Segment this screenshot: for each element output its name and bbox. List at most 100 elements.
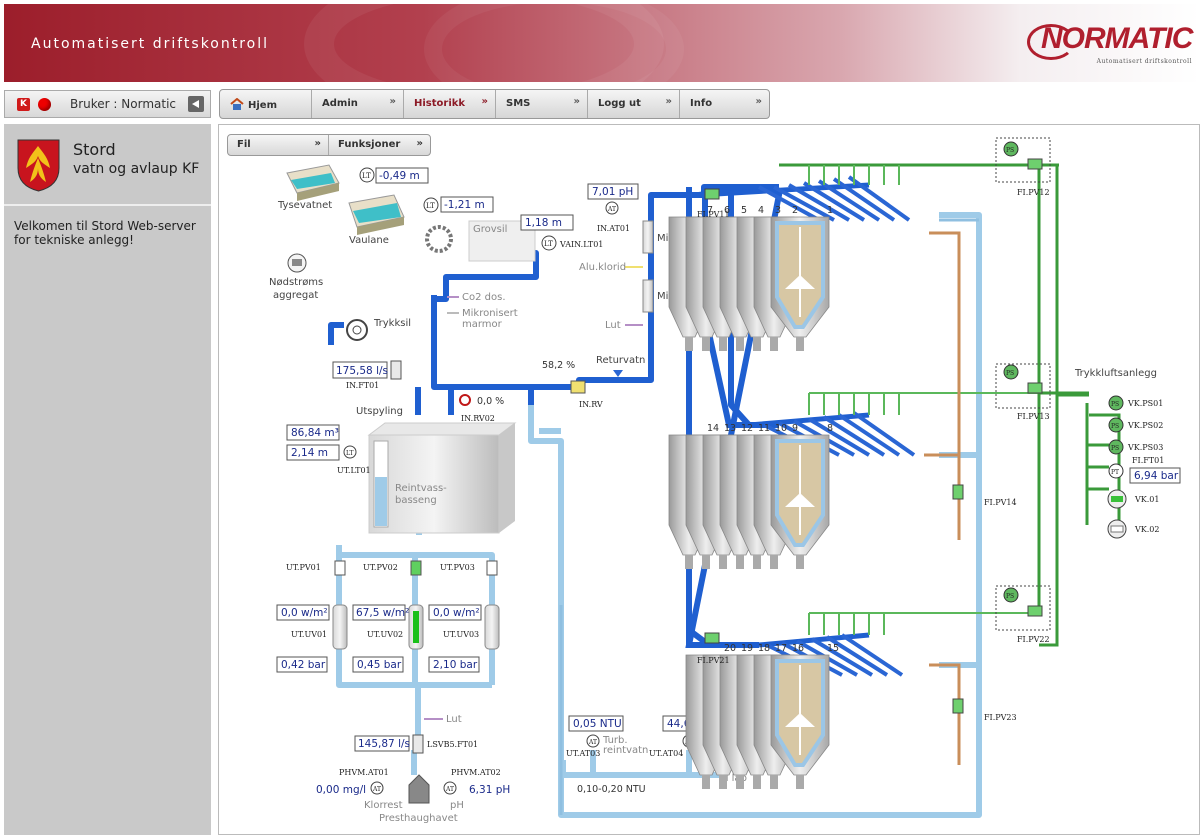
- menu-label: Fil: [237, 139, 251, 150]
- vaulane-reservoir: [348, 194, 405, 235]
- logo-brand: NORMATIC: [1041, 22, 1193, 55]
- vaulane-label: Vaulane: [349, 235, 389, 246]
- nav-info[interactable]: Info »: [680, 90, 769, 118]
- svg-text:AT: AT: [445, 786, 454, 793]
- svg-text:LT: LT: [544, 240, 553, 248]
- lut-2-label: Lut: [446, 714, 462, 725]
- fi-pv13-tag: FI.PV13: [1017, 412, 1050, 421]
- nav-sms[interactable]: SMS »: [496, 90, 588, 118]
- vain-level: 1,18 m: [525, 217, 562, 229]
- uv-unit-3[interactable]: [484, 604, 500, 650]
- filter-number: 15: [827, 643, 839, 654]
- ut-pv02-tag: UT.PV02: [363, 563, 398, 572]
- co2-label: Co2 dos.: [462, 292, 506, 303]
- ps-vk02[interactable]: PS VK.PS02: [1108, 417, 1163, 433]
- returvatn-label: Returvatn: [596, 355, 645, 366]
- org-name: Stord: [73, 140, 116, 159]
- filter-bank-2[interactable]: 14 13 12 11 10 9 8: [668, 423, 833, 569]
- ut-pv01-tag: UT.PV01: [286, 563, 321, 572]
- marmor-label-2: marmor: [462, 319, 503, 330]
- turb-label-2: reintvatn: [603, 745, 648, 756]
- process-diagram: Tysevatnet Vaulane Grovsil LT -0,49 m LT…: [269, 137, 1181, 824]
- filter-number: 13: [724, 423, 736, 434]
- chevron-right-icon: »: [573, 96, 580, 107]
- vaulane-level: -1,21 m: [444, 199, 485, 211]
- trykksil-label: Trykksil: [373, 318, 411, 329]
- menu-funksjoner[interactable]: Funksjoner »: [329, 135, 430, 155]
- filter-number: 12: [741, 423, 753, 434]
- mixer-1[interactable]: [642, 220, 654, 254]
- in-ft01-value: 175,58 l/s: [336, 365, 388, 377]
- chevron-down-icon: »: [481, 96, 488, 107]
- fi-ft01-value: 6,94 bar: [1134, 470, 1179, 482]
- vk-ps03-tag: VK.PS03: [1127, 443, 1163, 452]
- sidebar: Stord vatn og avlaup KF Velkomen til Sto…: [4, 124, 211, 835]
- in-rv02-value: 0,0 %: [477, 396, 504, 407]
- ps-vk01[interactable]: PS VK.PS01: [1108, 395, 1163, 411]
- welcome-text: Velkomen til Stord Web-server for teknis…: [14, 219, 196, 247]
- nav-historikk[interactable]: Historikk »: [404, 90, 496, 118]
- svg-text:AT: AT: [607, 206, 616, 213]
- svg-text:PT: PT: [1111, 469, 1119, 476]
- in-rv02-tag: IN.RV02: [461, 414, 495, 423]
- filter-number: 10: [775, 423, 787, 434]
- filter-number: 4: [758, 205, 764, 216]
- ut-uv02-tag: UT.UV02: [367, 630, 403, 639]
- reservoir-volume: 86,84 m³: [291, 427, 339, 439]
- ut-pv03-tag: UT.PV03: [440, 563, 475, 572]
- fi-pv22-tag: FI.PV22: [1017, 635, 1050, 644]
- filter-number: 14: [707, 423, 719, 434]
- nodstroms-aggregat[interactable]: Nødstrøms aggregat: [269, 253, 323, 301]
- flowmeter-icon[interactable]: [390, 360, 402, 380]
- utspyling-label: Utspyling: [356, 406, 403, 417]
- nav-label: SMS: [506, 98, 531, 109]
- in-at01-value: 7,01 pH: [592, 186, 633, 198]
- phvm-at01-tag: PHVM.AT01: [339, 768, 389, 777]
- ps-box-12[interactable]: PS: [995, 137, 1051, 183]
- ntu-range: 0,10-0,20 NTU: [577, 784, 646, 795]
- nav-label: Info: [690, 98, 713, 109]
- ps-vk03[interactable]: PS VK.PS03: [1108, 439, 1163, 455]
- in-at01-tag: IN.AT01: [597, 224, 630, 233]
- filter-number: 1: [827, 205, 833, 216]
- filter-number: 17: [775, 643, 787, 654]
- vk-ps02-tag: VK.PS02: [1127, 421, 1163, 430]
- lt-tysevatnet[interactable]: LT -0,49 m: [359, 167, 429, 184]
- mixer-2[interactable]: [642, 279, 654, 313]
- collapse-icon[interactable]: [188, 96, 204, 112]
- lt-vaulane[interactable]: LT -1,21 m: [423, 196, 494, 213]
- turb-value: 0,05 NTU: [573, 718, 622, 730]
- filter-number: 19: [741, 643, 753, 654]
- uv02-pressure: 0,45 bar: [357, 659, 402, 671]
- uv-unit-1[interactable]: [332, 604, 348, 650]
- trykksil-pump[interactable]: [346, 319, 368, 341]
- uv-unit-2[interactable]: [408, 604, 424, 650]
- ps-box-13[interactable]: PS: [995, 363, 1051, 409]
- k-icon[interactable]: K: [17, 98, 30, 111]
- uv01-pressure: 0,42 bar: [281, 659, 326, 671]
- filter-bank-1[interactable]: 7654321: [668, 205, 833, 351]
- menu-fil[interactable]: Fil »: [228, 135, 329, 155]
- filter-number: 3: [775, 205, 781, 216]
- reintvass-basseng-tank[interactable]: [367, 422, 517, 534]
- control-valve-icon[interactable]: [570, 380, 586, 394]
- uv02-intensity: 67,5 w/m²: [356, 607, 409, 619]
- lsvb5-ft01-tag: LSVB5.FT01: [427, 740, 478, 749]
- filter-number: 2: [792, 205, 798, 216]
- chevron-right-icon: »: [665, 96, 672, 107]
- tysevatnet-level: -0,49 m: [379, 170, 420, 182]
- klorrest-value: 0,00 mg/l: [316, 784, 366, 796]
- nav-label: Hjem: [248, 100, 277, 111]
- reservoir-label-1: Reintvass-: [395, 483, 447, 494]
- nav-hjem[interactable]: Hjem: [220, 90, 312, 118]
- compressor-vk01[interactable]: VK.01: [1107, 489, 1159, 509]
- nav-logg-ut[interactable]: Logg ut »: [588, 90, 680, 118]
- divider: [4, 204, 211, 206]
- compressor-vk02[interactable]: VK.02: [1107, 519, 1159, 539]
- menu-label: Funksjoner: [338, 139, 401, 150]
- ps-box-22[interactable]: PS: [995, 585, 1051, 631]
- alarm-icon[interactable]: [459, 394, 471, 406]
- nav-admin[interactable]: Admin »: [312, 90, 404, 118]
- status-led-icon: [38, 98, 51, 111]
- uv03-pressure: 2,10 bar: [433, 659, 478, 671]
